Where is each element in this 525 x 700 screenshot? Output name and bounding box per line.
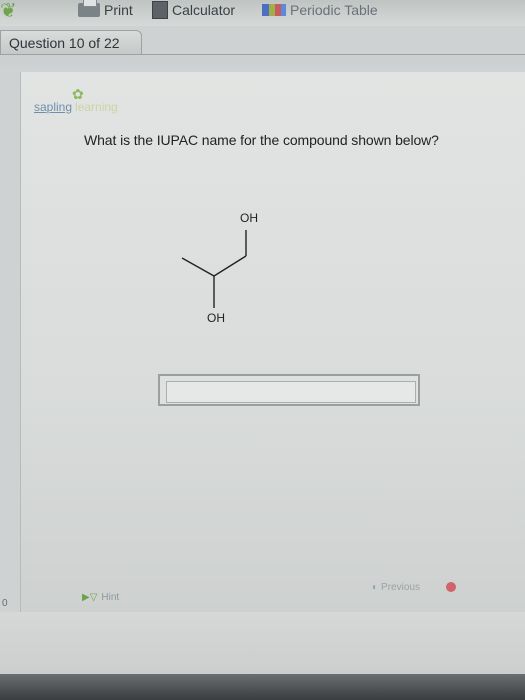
calculator-icon — [152, 1, 168, 19]
side-counter: 0 — [2, 598, 8, 609]
bottom-area — [0, 612, 525, 674]
molecule-structure: OH OH — [181, 211, 258, 325]
periodic-table-icon — [262, 4, 286, 16]
logo-sapling-text: sapling — [34, 100, 73, 114]
periodic-table-button[interactable]: Periodic Table — [262, 0, 378, 20]
sapling-learning-logo: sapling learning — [34, 100, 118, 114]
hint-link[interactable]: ▶▽ Hint — [82, 592, 119, 603]
bond-methyl — [181, 257, 215, 277]
logo-learning-text: learning — [75, 100, 118, 114]
printer-icon — [78, 0, 100, 17]
previous-icon: ◐ — [372, 582, 379, 593]
toolbar: ❦ Print Calculator Periodic Table — [0, 0, 525, 26]
question-text: What is the IUPAC name for the compound … — [84, 132, 439, 148]
give-up-icon[interactable] — [446, 582, 456, 592]
molecule-bottom-oh-label: OH — [207, 311, 225, 325]
monitor-bezel — [0, 674, 525, 700]
print-button[interactable]: Print — [78, 0, 133, 20]
frame-divider — [0, 54, 525, 65]
hint-label: Hint — [101, 592, 120, 603]
question-panel — [20, 72, 525, 612]
question-tab-label: Question 10 of 22 — [9, 35, 120, 51]
print-label: Print — [104, 2, 133, 18]
previous-label: Previous — [381, 582, 420, 593]
calculator-button[interactable]: Calculator — [152, 0, 235, 20]
calculator-label: Calculator — [172, 2, 236, 18]
periodic-table-label: Periodic Table — [290, 2, 378, 18]
previous-button[interactable]: ◐ Previous — [372, 582, 420, 593]
molecule-top-oh-label: OH — [240, 211, 258, 225]
hint-arrow-icon: ▶▽ — [82, 592, 98, 603]
question-tab[interactable]: Question 10 of 22 — [0, 30, 142, 55]
bond-middle — [213, 255, 247, 277]
answer-input[interactable] — [166, 381, 416, 403]
answer-box[interactable] — [158, 374, 420, 406]
sapling-leaf-icon: ❦ — [0, 0, 17, 22]
